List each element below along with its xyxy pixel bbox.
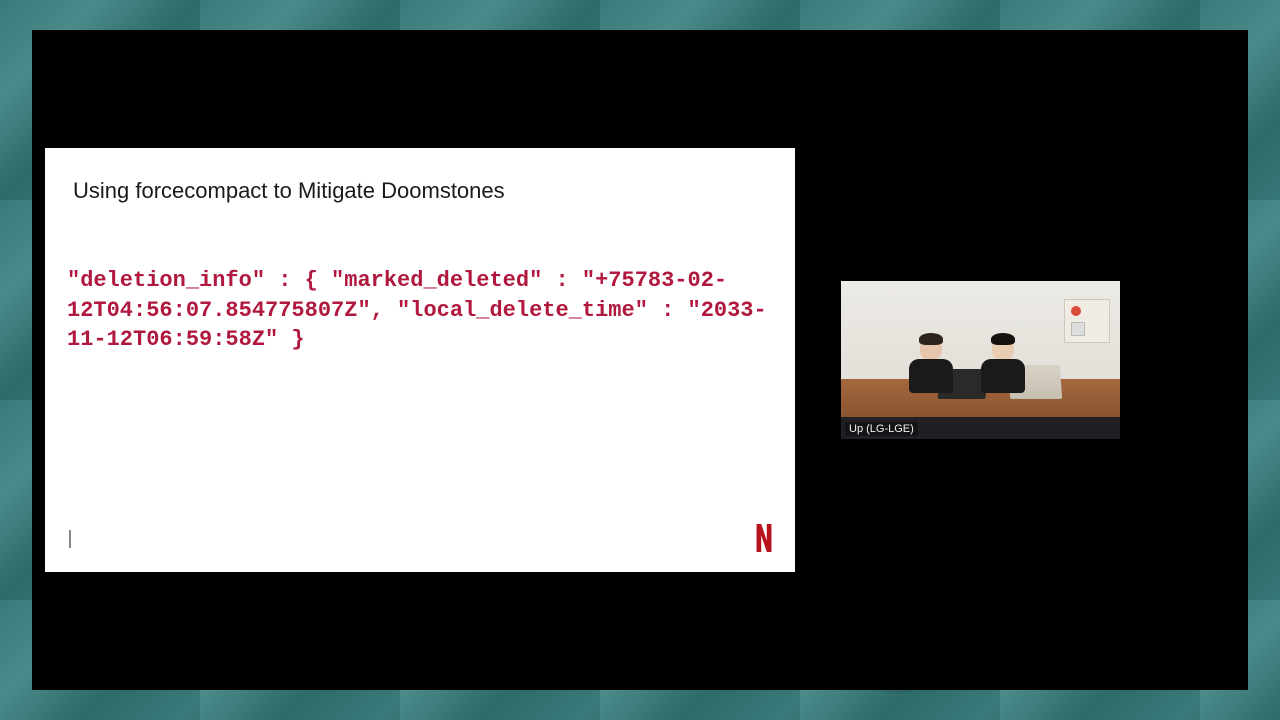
presentation-slide: Using forcecompact to Mitigate Doomstone… [45,148,795,572]
webcam-feed: Up (LG-LGE) [841,281,1120,439]
torso-icon [909,359,953,393]
wall-control-panel [1064,299,1110,343]
panel-button-icon [1071,322,1085,336]
webcam-participant-label: Up (LG-LGE) [845,422,918,436]
panel-indicator-icon [1071,306,1081,316]
slide-title: Using forcecompact to Mitigate Doomstone… [73,178,505,204]
torso-icon [981,359,1025,393]
text-cursor [69,530,71,548]
slide-code-block: "deletion_info" : { "marked_deleted" : "… [67,266,773,355]
presenter-right [979,335,1027,393]
webcam-scene [841,281,1120,439]
presenter-left [907,335,955,393]
hair-icon [991,333,1015,345]
hair-icon [919,333,943,345]
netflix-logo-icon [755,524,773,552]
video-stage: Using forcecompact to Mitigate Doomstone… [32,30,1248,690]
